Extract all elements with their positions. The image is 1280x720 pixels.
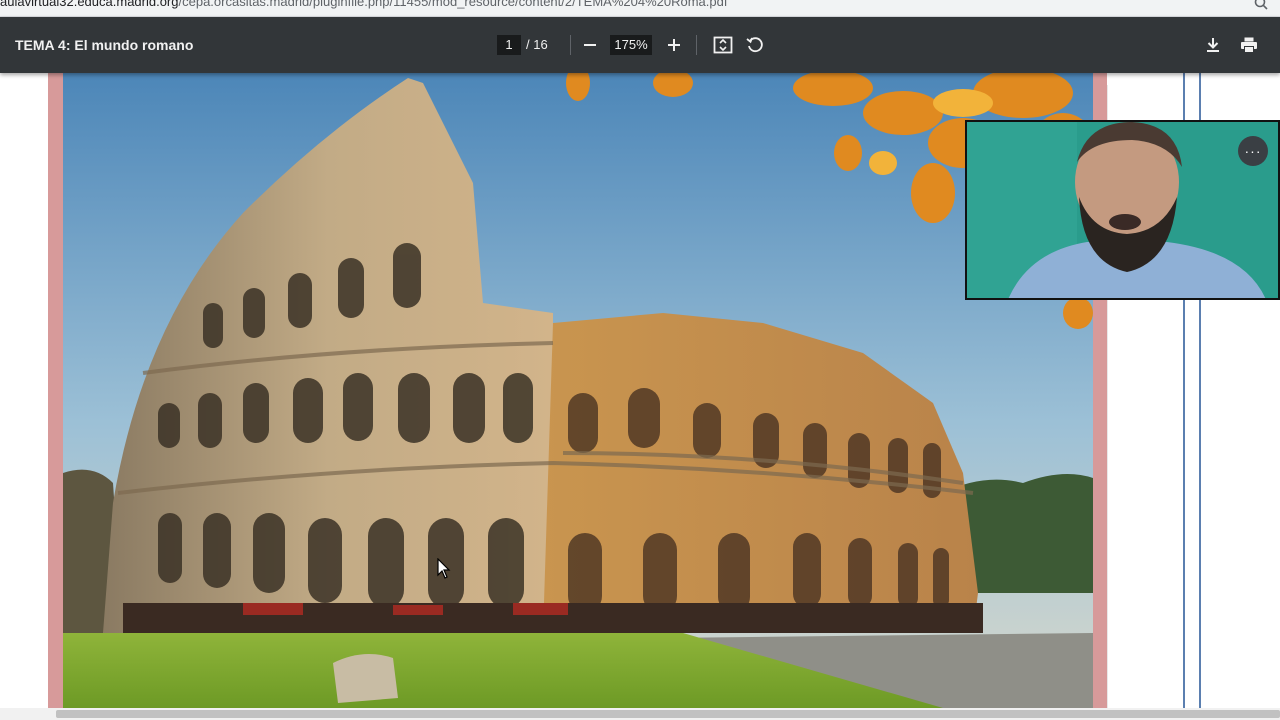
mouse-cursor-icon: [437, 558, 451, 579]
pdf-toolbar: TEMA 4: El mundo romano 1 / 16 175%: [0, 17, 1280, 73]
download-button[interactable]: [1199, 31, 1227, 59]
page-border-left: [48, 73, 63, 708]
zoom-in-button[interactable]: [660, 31, 688, 59]
video-call-window[interactable]: ···: [965, 120, 1280, 300]
video-more-options-button[interactable]: ···: [1238, 136, 1268, 166]
rotate-icon: [746, 37, 763, 53]
rotate-button[interactable]: [741, 31, 769, 59]
participant-video: [967, 122, 1278, 298]
document-title: TEMA 4: El mundo romano: [15, 37, 194, 53]
toolbar-separator: [696, 35, 697, 55]
page-number-input[interactable]: 1: [497, 35, 521, 55]
search-icon[interactable]: [1254, 0, 1268, 10]
address-bar[interactable]: aulavirtual32.educa.madrid.org/cepa.orca…: [0, 0, 1280, 17]
url-path: /cepa.orcasitas.madrid/pluginfile.php/11…: [178, 0, 728, 9]
fit-page-icon: [713, 36, 733, 54]
horizontal-scrollbar[interactable]: [0, 708, 1280, 720]
zoom-level-input[interactable]: 175%: [610, 35, 652, 55]
scrollbar-thumb[interactable]: [56, 710, 1280, 718]
print-button[interactable]: [1235, 31, 1263, 59]
minus-icon: [584, 44, 596, 46]
fit-page-button[interactable]: [709, 31, 737, 59]
print-icon: [1241, 37, 1257, 53]
download-icon: [1207, 38, 1219, 52]
plus-icon: [668, 39, 680, 51]
zoom-out-button[interactable]: [576, 31, 604, 59]
colosseum-photo: [63, 73, 1093, 708]
url-domain: aulavirtual32.educa.madrid.org: [0, 0, 179, 9]
toolbar-separator: [570, 35, 571, 55]
page-total: / 16: [526, 37, 548, 52]
url-text: aulavirtual32.educa.madrid.org/cepa.orca…: [0, 0, 727, 9]
